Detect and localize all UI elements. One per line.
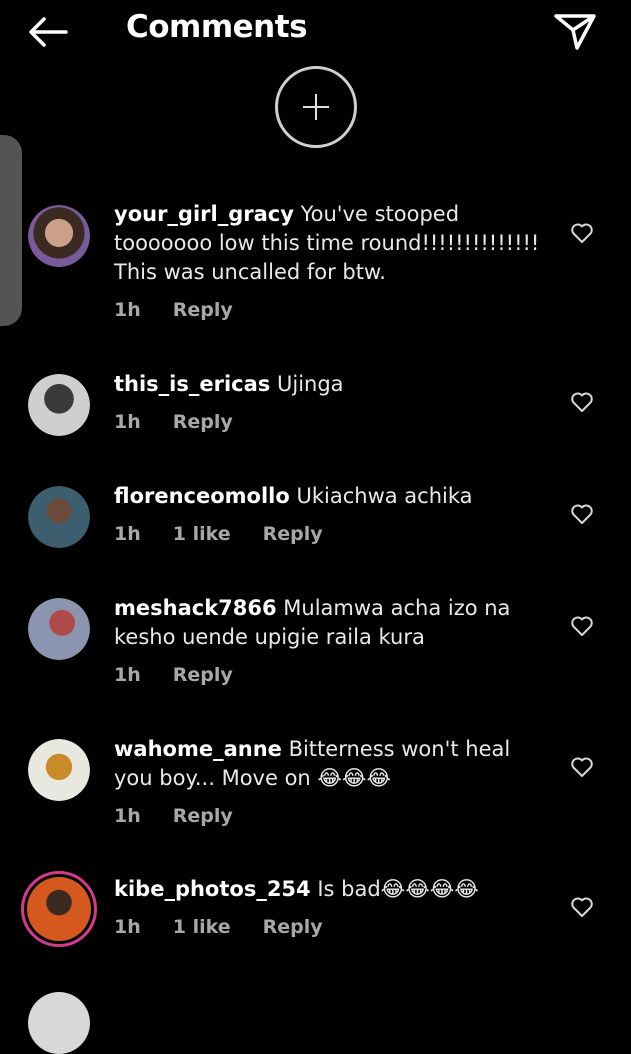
avatar[interactable] (28, 205, 90, 267)
heart-icon[interactable] (570, 756, 594, 778)
comment-meta: 1h 1 like Reply (114, 916, 355, 938)
reply-button[interactable]: Reply (173, 805, 233, 827)
comment-username[interactable]: florenceomollo (114, 484, 290, 508)
arrow-left-icon[interactable] (26, 14, 70, 50)
comment-username[interactable]: your_girl_gracy (114, 202, 294, 226)
avatar[interactable] (28, 739, 90, 801)
comment-text: wahome_anne Bitterness won't heal you bo… (114, 735, 546, 793)
heart-icon[interactable] (570, 222, 594, 244)
comment-time: 1h (114, 411, 141, 433)
heart-icon[interactable] (570, 391, 594, 413)
comment-meta: 1h Reply (114, 411, 265, 433)
comment-text: florenceomollo Ukiachwa achika (114, 482, 546, 511)
header: Comments (0, 0, 631, 64)
heart-icon[interactable] (570, 615, 594, 637)
avatar[interactable] (28, 992, 90, 1054)
reply-button[interactable]: Reply (173, 299, 233, 321)
page-title: Comments (126, 9, 308, 45)
comment-likes[interactable]: 1 like (173, 523, 231, 545)
avatar-story-ring[interactable] (21, 871, 97, 947)
comment-username[interactable]: meshack7866 (114, 596, 277, 620)
comment-meta: 1h Reply (114, 299, 265, 321)
comment-text: kibe_photos_254 Is bad😂😂😂😂 (114, 875, 546, 904)
reply-button[interactable]: Reply (263, 523, 323, 545)
comment-text: this_is_ericas Ujinga (114, 370, 546, 399)
comment-username[interactable]: kibe_photos_254 (114, 877, 311, 901)
paper-plane-icon[interactable] (552, 10, 598, 52)
heart-icon[interactable] (570, 503, 594, 525)
comment-time: 1h (114, 299, 141, 321)
comment-time: 1h (114, 805, 141, 827)
avatar[interactable] (28, 374, 90, 436)
side-edge-handle[interactable] (0, 135, 22, 326)
reply-button[interactable]: Reply (173, 664, 233, 686)
comment-body: Is bad😂😂😂😂 (310, 877, 479, 901)
avatar[interactable] (28, 486, 90, 548)
comment-text: your_girl_gracy You've stooped tooooooo … (114, 200, 546, 287)
comment-username[interactable]: wahome_anne (114, 737, 282, 761)
comment-meta: 1h 1 like Reply (114, 523, 355, 545)
comment-time: 1h (114, 664, 141, 686)
comment-text: meshack7866 Mulamwa acha izo na kesho ue… (114, 594, 546, 652)
add-comment-button[interactable] (275, 66, 357, 148)
comment-body: Ujinga (270, 372, 344, 396)
comment-username[interactable]: this_is_ericas (114, 372, 270, 396)
comment-meta: 1h Reply (114, 664, 265, 686)
heart-icon[interactable] (570, 896, 594, 918)
reply-button[interactable]: Reply (173, 411, 233, 433)
reply-button[interactable]: Reply (263, 916, 323, 938)
comment-time: 1h (114, 523, 141, 545)
comment-body: Ukiachwa achika (289, 484, 473, 508)
comment-likes[interactable]: 1 like (173, 916, 231, 938)
comment-meta: 1h Reply (114, 805, 265, 827)
avatar[interactable] (28, 598, 90, 660)
comment-time: 1h (114, 916, 141, 938)
